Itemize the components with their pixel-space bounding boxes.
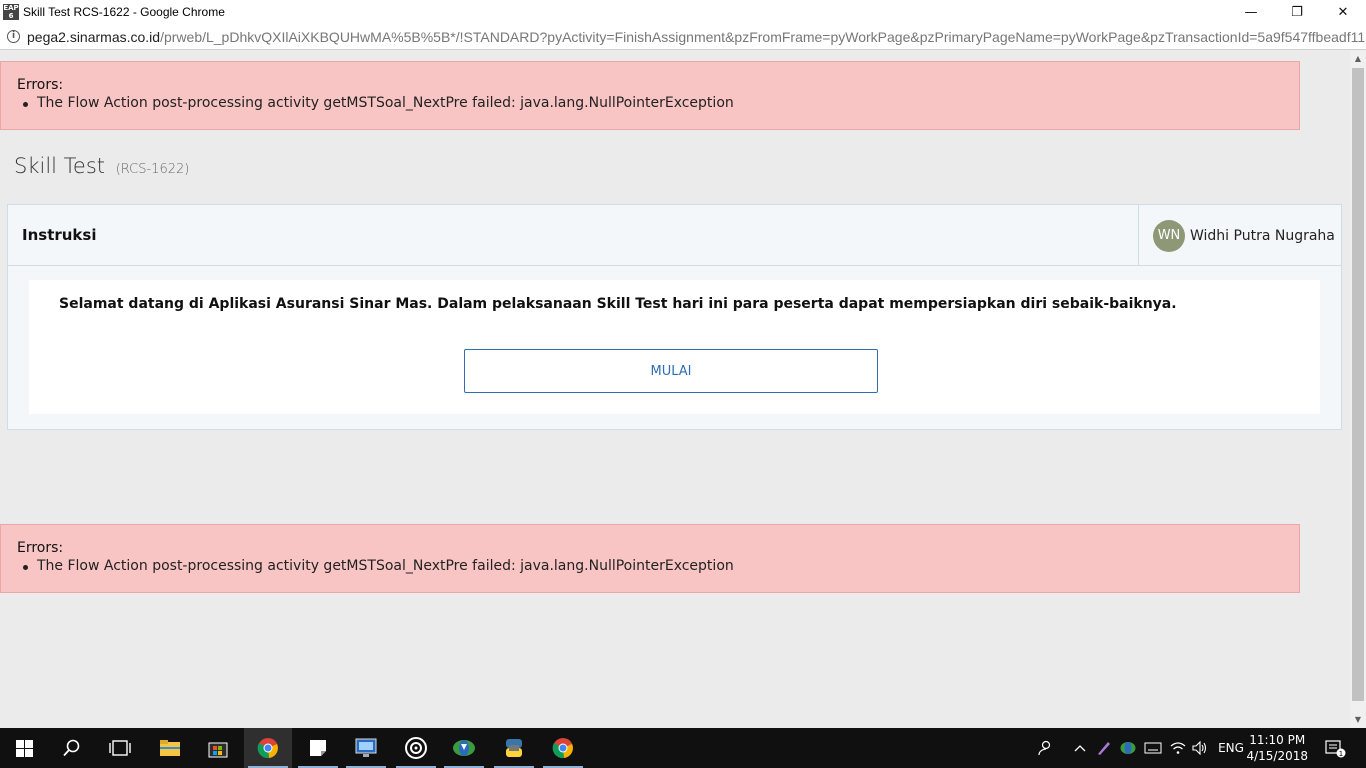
avatar: WN bbox=[1153, 219, 1185, 252]
page-title: Skill Test (RCS-1622) bbox=[14, 154, 189, 178]
task-view-icon[interactable] bbox=[96, 728, 144, 768]
start-button-windows-icon[interactable] bbox=[0, 728, 48, 768]
download-manager-icon[interactable] bbox=[440, 728, 488, 768]
scroll-up-arrow-icon[interactable]: ▲ bbox=[1350, 51, 1366, 67]
user-info[interactable]: WN Widhi Putra Nugraha bbox=[1138, 205, 1341, 266]
sticky-notes-icon[interactable] bbox=[294, 728, 342, 768]
chevron-up-icon[interactable] bbox=[1070, 728, 1090, 768]
store-icon[interactable] bbox=[194, 728, 242, 768]
download-manager-tray-icon[interactable] bbox=[1118, 728, 1138, 768]
python-icon[interactable] bbox=[490, 728, 538, 768]
keyboard-input-icon[interactable] bbox=[1142, 728, 1164, 768]
language-indicator[interactable]: ENG bbox=[1214, 728, 1248, 768]
panel-title: Instruksi bbox=[22, 226, 97, 244]
error-message: The Flow Action post-processing activity… bbox=[23, 558, 1283, 574]
clock[interactable]: 11:10 PM 4/15/2018 bbox=[1246, 732, 1308, 764]
volume-icon[interactable] bbox=[1190, 728, 1210, 768]
chrome-icon[interactable] bbox=[244, 728, 292, 768]
address-bar[interactable]: i pega2.sinarmas.co.id /prweb/L_pDhkvQXI… bbox=[0, 24, 1366, 50]
error-title: Errors: bbox=[17, 540, 64, 556]
start-button[interactable]: MULAI bbox=[464, 349, 878, 393]
minimize-button[interactable]: — bbox=[1228, 0, 1274, 24]
file-explorer-icon[interactable] bbox=[146, 728, 194, 768]
welcome-message: Selamat datang di Aplikasi Asuransi Sina… bbox=[59, 296, 1177, 312]
notification-center-icon[interactable]: 1 bbox=[1320, 728, 1350, 768]
clock-time: 11:10 PM bbox=[1249, 733, 1306, 747]
window-title: Skill Test RCS-1622 - Google Chrome bbox=[23, 5, 225, 19]
error-box-top: Errors: The Flow Action post-processing … bbox=[0, 61, 1300, 130]
window-title-bar: EAP 6 Skill Test RCS-1622 - Google Chrom… bbox=[0, 0, 1366, 24]
scroll-down-arrow-icon[interactable]: ▼ bbox=[1350, 712, 1366, 728]
chrome-icon-2[interactable] bbox=[539, 728, 587, 768]
clock-date: 4/15/2018 bbox=[1246, 749, 1308, 763]
case-id: (RCS-1622) bbox=[115, 162, 190, 177]
url-host: pega2.sinarmas.co.id bbox=[27, 28, 161, 45]
wifi-icon[interactable] bbox=[1168, 728, 1188, 768]
remote-desktop-icon[interactable] bbox=[342, 728, 390, 768]
error-message: The Flow Action post-processing activity… bbox=[23, 95, 1283, 111]
media-player-icon[interactable] bbox=[392, 728, 440, 768]
vertical-scrollbar[interactable]: ▲ ▼ bbox=[1350, 51, 1366, 728]
people-icon[interactable] bbox=[1034, 728, 1056, 768]
panel-header: Instruksi WN Widhi Putra Nugraha bbox=[8, 205, 1341, 266]
taskbar: ENG 11:10 PM 4/15/2018 1 bbox=[0, 728, 1366, 768]
error-box-bottom: Errors: The Flow Action post-processing … bbox=[0, 524, 1300, 593]
restore-button[interactable]: ❐ bbox=[1274, 0, 1320, 24]
scroll-thumb[interactable] bbox=[1352, 68, 1364, 701]
app-icon: EAP 6 bbox=[3, 4, 19, 20]
search-icon[interactable] bbox=[48, 728, 96, 768]
close-button[interactable]: ✕ bbox=[1320, 0, 1366, 24]
pen-icon[interactable] bbox=[1094, 728, 1114, 768]
info-icon[interactable]: i bbox=[7, 30, 20, 43]
notification-count: 1 bbox=[1339, 750, 1343, 758]
instruction-panel: Instruksi WN Widhi Putra Nugraha Selamat… bbox=[7, 204, 1342, 430]
user-name: Widhi Putra Nugraha bbox=[1190, 227, 1335, 244]
panel-body: Selamat datang di Aplikasi Asuransi Sina… bbox=[29, 280, 1320, 414]
page-title-text: Skill Test bbox=[14, 154, 106, 178]
url-path: /prweb/L_pDhkvQXIlAiXKBQUHwMA%5B%5B*/!ST… bbox=[160, 28, 1366, 45]
window-controls: — ❐ ✕ bbox=[1228, 0, 1366, 24]
page-content: Errors: The Flow Action post-processing … bbox=[0, 51, 1350, 728]
error-title: Errors: bbox=[17, 77, 64, 93]
